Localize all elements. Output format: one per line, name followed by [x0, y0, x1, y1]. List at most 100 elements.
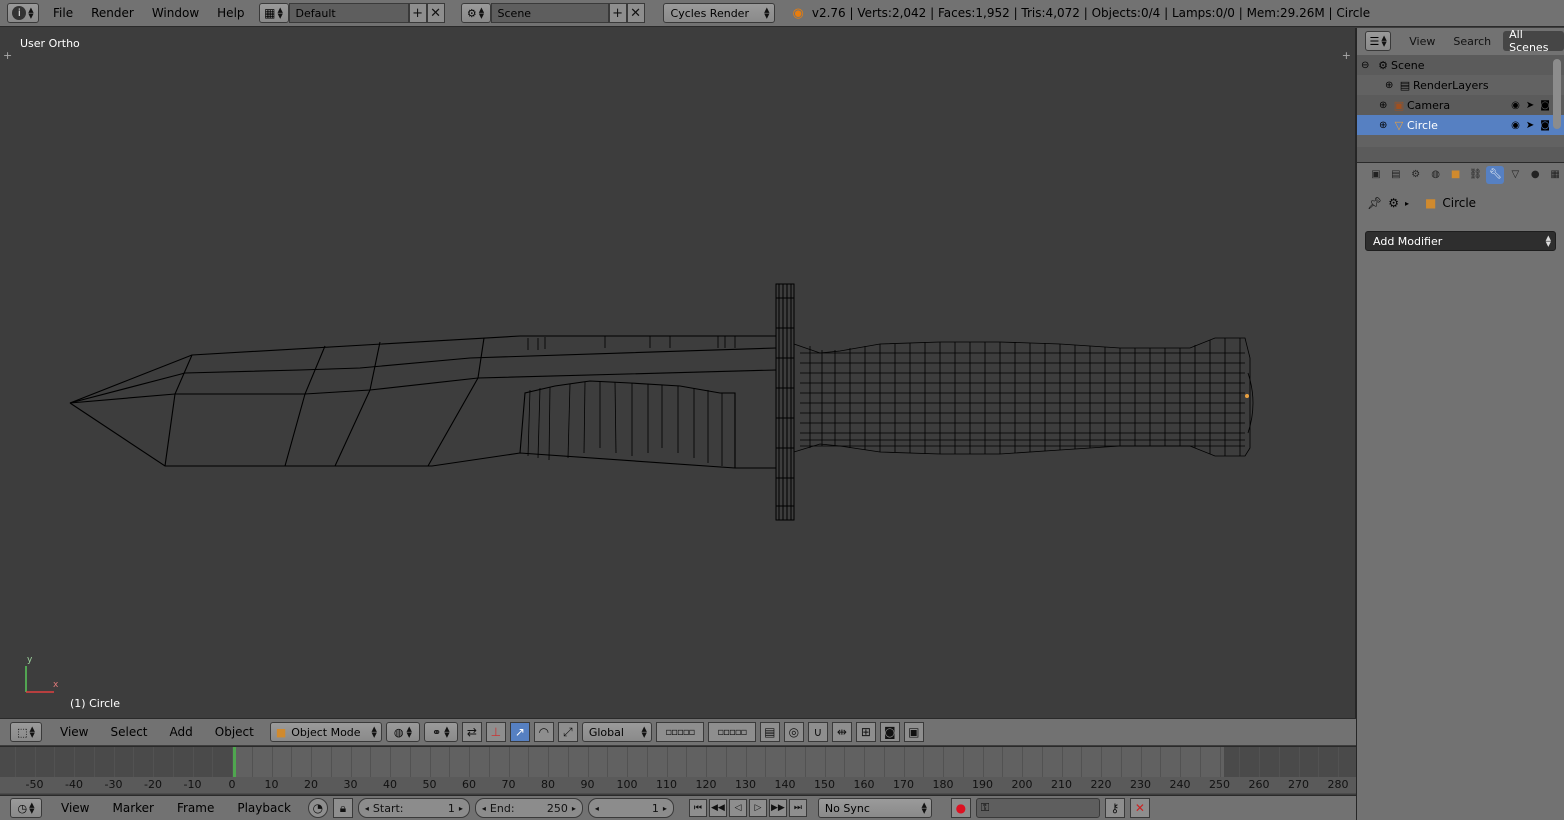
lock-camera-layers-icon[interactable]: ▤ [759, 722, 780, 742]
menu-add[interactable]: Add [170, 725, 193, 739]
render-animation-icon[interactable]: ▣ [903, 722, 924, 742]
delete-keyframe-icon[interactable]: ✕ [1129, 798, 1150, 818]
expand-icon[interactable]: ⊕ [1379, 100, 1391, 111]
menu-object[interactable]: Object [215, 725, 254, 739]
timeline-track[interactable] [0, 747, 1356, 777]
screen-layout-button[interactable]: ▦ ▲ ▼ [258, 3, 289, 23]
world-tab-icon[interactable]: ◍ [1427, 166, 1445, 184]
outliner-scrollbar-vertical[interactable] [1553, 59, 1561, 129]
sync-mode-select[interactable]: No Sync ▲ ▼ [817, 798, 932, 818]
outliner-tree[interactable]: ⊖ ⚙ Scene ⊕ ▤ RenderLayers ⊕ ▣ Camera ◉ … [1357, 55, 1564, 173]
expand-icon[interactable]: ⊕ [1385, 80, 1397, 91]
layers-group-2[interactable]: ▫▫▫▫▫ [707, 722, 756, 742]
jump-keyframe-back-icon[interactable]: ◀◀ [708, 799, 727, 817]
keying-set-field[interactable]: ⚿ [975, 798, 1100, 818]
end-frame-field[interactable]: ◂ End: 250 ▸ [474, 798, 583, 818]
data-tab-icon[interactable]: ▽ [1506, 166, 1524, 184]
menu-view[interactable]: View [61, 801, 89, 815]
render-camera-icon[interactable]: ◙ [1540, 100, 1550, 111]
menu-window[interactable]: Window [152, 6, 199, 20]
outliner-row-camera[interactable]: ⊕ ▣ Camera ◉ ➤ ◙ [1357, 95, 1564, 115]
jump-start-icon[interactable]: ⏮ [688, 799, 707, 817]
outliner-tab-search[interactable]: Search [1447, 31, 1497, 51]
layers-group-1[interactable]: ▫▫▫▫▫ [655, 722, 704, 742]
menu-select[interactable]: Select [110, 725, 147, 739]
eye-icon[interactable]: ◉ [1511, 100, 1520, 111]
object-tab-icon[interactable]: ■ [1447, 166, 1465, 184]
snap-magnet-icon[interactable]: ∪ [807, 722, 828, 742]
pivot-icon: ⚭ [432, 725, 442, 739]
add-modifier-select[interactable]: Add Modifier ▲ ▼ [1365, 231, 1556, 251]
viewport-shading-select[interactable]: ◍ ▲ ▼ [385, 722, 420, 742]
rotate-manipulator-icon[interactable]: ◠ [533, 722, 554, 742]
lock-icon[interactable]: 🔒︎ [332, 798, 353, 818]
add-scene-button[interactable]: + [608, 3, 627, 23]
scene-tab-icon[interactable]: ⚙ [1407, 166, 1425, 184]
3d-viewport[interactable]: User Ortho + + y x (1) Circle [0, 28, 1356, 718]
constraints-tab-icon[interactable]: ⛓ [1467, 166, 1485, 184]
scene-button[interactable]: ⚙ ▲ ▼ [460, 3, 491, 23]
snap-element-icon[interactable]: ⇹ [831, 722, 852, 742]
outliner-row-circle[interactable]: ⊕ ▽ Circle ◉ ➤ ◙ [1357, 115, 1564, 135]
menu-frame[interactable]: Frame [177, 801, 214, 815]
start-frame-field[interactable]: ◂ Start: 1 ▸ [357, 798, 470, 818]
editor-type-outliner-button[interactable]: ☰ ▲ ▼ [1365, 31, 1392, 51]
render-camera-icon[interactable]: ◙ [879, 722, 900, 742]
render-tab-icon[interactable]: ▣ [1367, 166, 1385, 184]
modifiers-tab-icon[interactable]: 🔧︎ [1486, 165, 1505, 184]
play-icon[interactable]: ▷ [748, 799, 767, 817]
orientation-select[interactable]: Global ▲ ▼ [581, 722, 652, 742]
delete-screen-button[interactable]: ✕ [426, 3, 445, 23]
jump-end-icon[interactable]: ⏭ [788, 799, 807, 817]
pivot-point-select[interactable]: ⚭ ▲ ▼ [423, 722, 458, 742]
editor-type-3dview-button[interactable]: ⬚ ▲ ▼ [10, 722, 42, 742]
manipulator-toggle-icon[interactable]: ⇄ [461, 722, 482, 742]
screen-layout-field[interactable]: Default [288, 3, 409, 23]
material-tab-icon[interactable]: ● [1526, 166, 1544, 184]
outliner-row-scene[interactable]: ⊖ ⚙ Scene [1357, 55, 1564, 75]
delete-scene-button[interactable]: ✕ [626, 3, 645, 23]
render-camera-icon[interactable]: ◙ [1540, 120, 1550, 131]
proportional-edit-icon[interactable]: ◎ [783, 722, 804, 742]
expand-icon[interactable]: ⊕ [1379, 120, 1391, 131]
timeline-grid-line [54, 747, 56, 777]
current-frame-field[interactable]: ◂ 1 ▸ [587, 798, 674, 818]
scene-field[interactable]: Scene [490, 3, 609, 23]
render-layers-tab-icon[interactable]: ▤ [1387, 166, 1405, 184]
menu-marker[interactable]: Marker [112, 801, 153, 815]
translate-arrow-icon[interactable]: ↗ [509, 722, 530, 742]
play-reverse-icon[interactable]: ◁ [728, 799, 747, 817]
translate-manipulator-icon[interactable]: ⊥ [485, 722, 506, 742]
pin-icon[interactable]: 📌︎ [1367, 196, 1382, 210]
menu-file[interactable]: File [53, 6, 73, 20]
timeline[interactable]: -50 -40 -30 -20 -10 0 10 20 30 40 50 60 70 80 90 100 110… [0, 746, 1356, 794]
outliner-row-renderlayers[interactable]: ⊕ ▤ RenderLayers [1357, 75, 1564, 95]
cursor-select-icon[interactable]: ➤ [1526, 120, 1534, 131]
insert-keyframe-icon[interactable]: ⚷ [1104, 798, 1125, 818]
eye-icon[interactable]: ◉ [1511, 120, 1520, 131]
scale-manipulator-icon[interactable]: ⤢ [557, 722, 578, 742]
texture-tab-icon[interactable]: ▦ [1546, 166, 1564, 184]
outliner-display-all-scenes[interactable]: All Scenes [1503, 28, 1564, 54]
menu-help[interactable]: Help [217, 6, 244, 20]
editor-type-info-button[interactable]: i ▲ ▼ [7, 3, 39, 23]
timeline-ruler[interactable]: -50 -40 -30 -20 -10 0 10 20 30 40 50 60 70 80 90 100 110… [0, 777, 1356, 793]
menu-playback[interactable]: Playback [237, 801, 291, 815]
mode-select[interactable]: ■ Object Mode ▲ ▼ [269, 722, 382, 742]
snap-target-icon[interactable]: ⊞ [855, 722, 876, 742]
playhead[interactable] [233, 747, 236, 777]
timeline-tick-label: -30 [104, 778, 123, 791]
add-screen-button[interactable]: + [408, 3, 427, 23]
render-engine-select[interactable]: Cycles Render ▲ ▼ [662, 3, 775, 23]
menu-view[interactable]: View [60, 725, 88, 739]
playback-controls: ⏮ ◀◀ ◁ ▷ ▶▶ ⏭ [688, 799, 807, 817]
jump-keyframe-forward-icon[interactable]: ▶▶ [768, 799, 787, 817]
outliner-row-partial[interactable] [1357, 135, 1564, 147]
editor-type-timeline-button[interactable]: ◷ ▲ ▼ [10, 798, 42, 818]
outliner-tab-view[interactable]: View [1403, 31, 1441, 51]
menu-render[interactable]: Render [91, 6, 134, 20]
collapse-icon[interactable]: ⊖ [1361, 60, 1375, 71]
cursor-select-icon[interactable]: ➤ [1526, 100, 1534, 111]
preview-range-icon[interactable]: ◔ [307, 798, 328, 818]
record-icon[interactable]: ● [950, 798, 971, 818]
